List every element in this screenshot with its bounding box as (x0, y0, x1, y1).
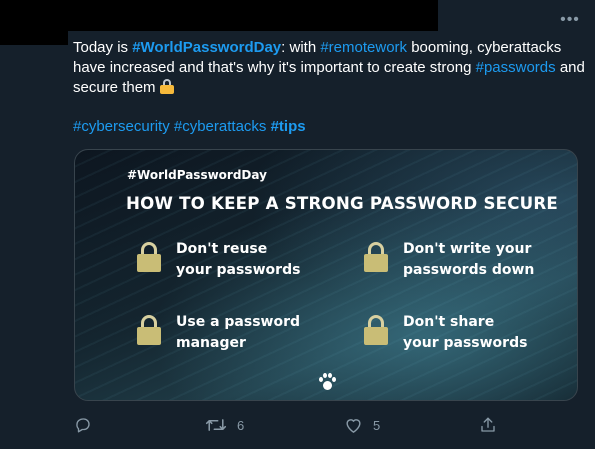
hashtag-link[interactable]: #cybersecurity (73, 118, 170, 135)
card-title: HOW TO KEEP A STRONG PASSWORD SECURE (126, 194, 558, 214)
tip-line: Don't write your (403, 241, 532, 257)
tip-line: your passwords (176, 262, 301, 278)
tweet-text: Today is #WorldPasswordDay: with #remote… (73, 38, 588, 98)
lock-icon (364, 242, 388, 272)
redacted-header (0, 0, 438, 31)
retweet-count: 6 (237, 417, 245, 433)
hashtag-link[interactable]: #cyberattacks (174, 118, 267, 135)
retweet-button[interactable]: 6 (205, 410, 244, 440)
more-icon[interactable]: ••• (559, 12, 581, 32)
tip-item: Don't share your passwords (403, 312, 577, 354)
redacted-avatar (0, 31, 68, 45)
lock-icon (137, 315, 161, 345)
tweet-text-part: Today is (73, 39, 133, 56)
tip-line: Don't reuse (176, 241, 268, 257)
tweet-text-part: : with (281, 39, 321, 56)
tip-line: Use a password (176, 314, 301, 330)
lock-emoji-icon (159, 79, 174, 94)
hashtag-link[interactable]: #tips (271, 118, 306, 135)
tweet-actions: 6 5 (0, 410, 595, 440)
card-hashtag: #WorldPasswordDay (127, 168, 267, 182)
tip-line: manager (176, 335, 246, 351)
hashtag-link[interactable]: #remotework (320, 39, 407, 56)
retweet-icon (205, 419, 227, 431)
tip-line: passwords down (403, 262, 535, 278)
like-button[interactable]: 5 (344, 410, 380, 440)
tip-item: Use a password manager (176, 312, 356, 354)
lock-icon (137, 242, 161, 272)
like-count: 5 (373, 417, 381, 433)
reply-button[interactable] (74, 410, 102, 440)
hashtag-link[interactable]: #passwords (476, 59, 556, 76)
paw-logo-icon (318, 373, 336, 391)
tip-line: Don't share (403, 314, 495, 330)
tip-item: Don't reuse your passwords (176, 239, 356, 281)
lock-icon (364, 315, 388, 345)
share-icon (481, 417, 495, 432)
hashtag-link[interactable]: #WorldPasswordDay (132, 39, 281, 56)
reply-icon (76, 418, 90, 433)
media-card[interactable]: #WorldPasswordDay HOW TO KEEP A STRONG P… (74, 149, 578, 401)
tip-line: your passwords (403, 335, 528, 351)
share-button[interactable] (479, 410, 497, 440)
like-icon (346, 419, 361, 433)
tweet-hashtags: #cybersecurity #cyberattacks #tips (73, 117, 306, 137)
tip-item: Don't write your passwords down (403, 239, 577, 281)
